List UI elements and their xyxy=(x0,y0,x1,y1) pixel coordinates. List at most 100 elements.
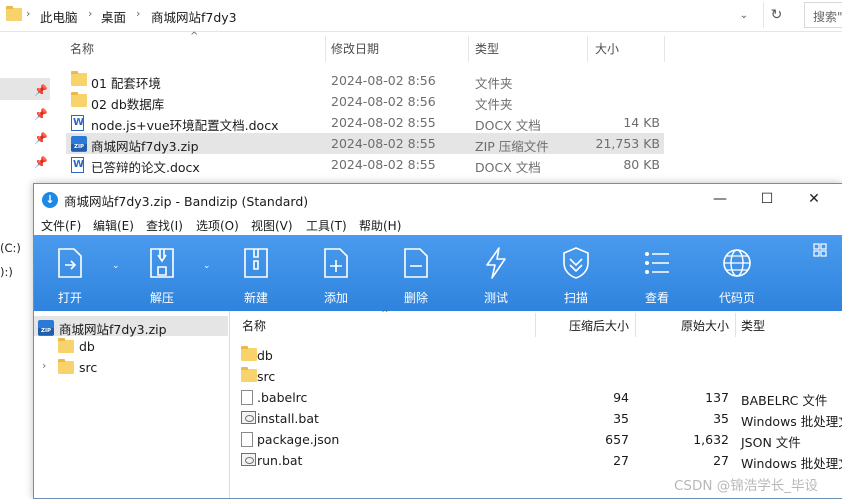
item-name: package.json xyxy=(257,432,340,447)
list-item[interactable]: install.bat 35 35 Windows 批处理文 xyxy=(235,408,842,429)
item-compressed-size: 657 xyxy=(605,432,629,447)
docx-icon xyxy=(71,157,87,173)
tree-item-src[interactable]: src xyxy=(58,358,218,378)
test-button[interactable]: 测试 xyxy=(460,235,532,311)
toolbar-label: 打开 xyxy=(57,291,82,305)
column-header-original[interactable]: 原始大小 xyxy=(681,317,729,334)
docx-icon xyxy=(71,115,87,131)
scan-icon xyxy=(563,247,589,279)
scan-button[interactable]: 扫描 xyxy=(540,235,612,311)
file-date: 2024-08-02 8:56 xyxy=(331,94,436,109)
file-type: 文件夹 xyxy=(475,97,513,112)
archive-tree: 商城网站f7dy3.zip db › src xyxy=(34,311,230,498)
menu-tools[interactable]: 工具(T) xyxy=(306,217,347,234)
breadcrumb-item[interactable]: 商城网站f7dy3 xyxy=(151,7,237,26)
toolbar-label: 查看 xyxy=(644,291,669,305)
tree-item-root[interactable]: 商城网站f7dy3.zip xyxy=(38,317,228,337)
toolbar-label: 代码页 xyxy=(718,291,755,305)
column-header-type[interactable]: 类型 xyxy=(741,317,765,334)
column-header-name[interactable]: 名称 xyxy=(70,40,94,57)
item-original-size: 1,632 xyxy=(693,432,729,447)
column-divider[interactable] xyxy=(325,36,326,62)
pin-icon[interactable]: 📌 xyxy=(34,156,48,169)
chevron-down-icon[interactable]: ⌄ xyxy=(736,8,752,24)
title-bar[interactable]: ↓ 商城网站f7dy3.zip - Bandizip (Standard) — … xyxy=(34,184,842,214)
pin-icon[interactable]: 📌 xyxy=(34,84,48,97)
folder-icon xyxy=(58,338,74,353)
file-row[interactable]: 01 配套环境 2024-08-02 8:56 文件夹 xyxy=(66,70,664,91)
breadcrumb-item[interactable]: 此电脑 xyxy=(40,7,78,26)
folder-icon xyxy=(58,359,74,374)
view-icon xyxy=(645,252,669,274)
open-icon xyxy=(58,248,82,278)
file-row-selected[interactable]: 商城网站f7dy3.zip 2024-08-02 8:55 ZIP 压缩文件 2… xyxy=(66,133,664,154)
column-header-date[interactable]: 修改日期 xyxy=(331,40,379,57)
pin-icon[interactable]: 📌 xyxy=(34,108,48,121)
chevron-down-icon[interactable]: ⌄ xyxy=(112,261,120,271)
column-divider[interactable] xyxy=(468,36,469,62)
menu-help[interactable]: 帮助(H) xyxy=(359,217,401,234)
menu-find[interactable]: 查找(I) xyxy=(146,217,183,234)
list-item[interactable]: run.bat 27 27 Windows 批处理文 xyxy=(235,450,842,471)
breadcrumb[interactable]: › 此电脑 › 桌面 › 商城网站f7dy3 ⌄ xyxy=(0,0,762,30)
file-name: 已答辩的论文.docx xyxy=(91,160,200,175)
list-item[interactable]: package.json 657 1,632 JSON 文件 xyxy=(235,429,842,450)
column-divider[interactable] xyxy=(735,313,736,337)
column-header-type[interactable]: 类型 xyxy=(475,40,499,57)
new-archive-icon xyxy=(244,248,268,278)
maximize-button[interactable]: ☐ xyxy=(744,184,790,214)
column-header-size[interactable]: 大小 xyxy=(595,40,619,57)
add-button[interactable]: 添加 xyxy=(300,235,372,311)
menu-file[interactable]: 文件(F) xyxy=(41,217,81,234)
extract-icon xyxy=(150,248,174,278)
column-header-name[interactable]: 名称 xyxy=(242,317,266,334)
column-divider[interactable] xyxy=(664,36,665,62)
chevron-down-icon[interactable]: ⌄ xyxy=(203,261,211,271)
nav-drive[interactable]: ):) xyxy=(0,265,13,279)
column-divider[interactable] xyxy=(535,313,536,337)
list-item[interactable]: db xyxy=(235,345,842,366)
nav-drive-c[interactable]: (C:) xyxy=(0,241,21,255)
menu-options[interactable]: 选项(O) xyxy=(196,217,239,234)
column-divider[interactable] xyxy=(587,36,588,62)
file-row[interactable]: 02 db数据库 2024-08-02 8:56 文件夹 xyxy=(66,91,664,112)
tree-item-label: src xyxy=(79,360,98,375)
tree-item-db[interactable]: db xyxy=(58,337,218,357)
item-type: BABELRC 文件 xyxy=(741,393,828,408)
codepage-icon xyxy=(723,249,751,277)
menu-bar: 文件(F) 编辑(E) 查找(I) 选项(O) 视图(V) 工具(T) 帮助(H… xyxy=(34,214,842,234)
file-row[interactable]: node.js+vue环境配置文档.docx 2024-08-02 8:55 D… xyxy=(66,112,664,133)
view-button[interactable]: 查看 xyxy=(621,235,693,311)
toolbar-label: 测试 xyxy=(483,291,508,305)
breadcrumb-item[interactable]: 桌面 xyxy=(101,7,126,26)
folder-icon xyxy=(241,367,257,382)
codepage-button[interactable]: 代码页 xyxy=(701,235,773,311)
list-item[interactable]: src xyxy=(235,366,842,387)
menu-edit[interactable]: 编辑(E) xyxy=(93,217,134,234)
column-divider[interactable] xyxy=(635,313,636,337)
new-archive-button[interactable]: 新建 xyxy=(220,235,292,311)
pin-icon[interactable]: 📌 xyxy=(34,132,48,145)
open-button[interactable]: 打开 xyxy=(34,235,106,311)
test-icon xyxy=(486,247,506,279)
sort-ascending-icon: ^ xyxy=(190,31,199,42)
list-item[interactable]: .babelrc 94 137 BABELRC 文件 xyxy=(235,387,842,408)
delete-button[interactable]: 删除 xyxy=(380,235,452,311)
file-date: 2024-08-02 8:55 xyxy=(331,157,436,172)
refresh-button[interactable]: ↻ xyxy=(763,2,789,28)
bandizip-logo-icon: ↓ xyxy=(42,192,58,208)
column-header-compressed[interactable]: 压缩后大小 xyxy=(569,317,629,334)
item-name: install.bat xyxy=(257,411,319,426)
item-compressed-size: 94 xyxy=(613,390,629,405)
extract-button[interactable]: 解压 xyxy=(126,235,198,311)
toolbar-label: 删除 xyxy=(403,291,428,305)
layout-grid-icon[interactable] xyxy=(813,243,827,257)
file-icon xyxy=(241,432,253,447)
close-button[interactable]: ✕ xyxy=(791,184,837,214)
menu-view[interactable]: 视图(V) xyxy=(251,217,293,234)
minimize-button[interactable]: — xyxy=(697,184,743,214)
search-input[interactable]: 搜索" xyxy=(804,2,842,28)
chevron-right-icon[interactable]: › xyxy=(42,359,46,372)
file-row[interactable]: 已答辩的论文.docx 2024-08-02 8:55 DOCX 文档 80 K… xyxy=(66,154,664,175)
window-title: 商城网站f7dy3.zip - Bandizip (Standard) xyxy=(64,194,309,209)
